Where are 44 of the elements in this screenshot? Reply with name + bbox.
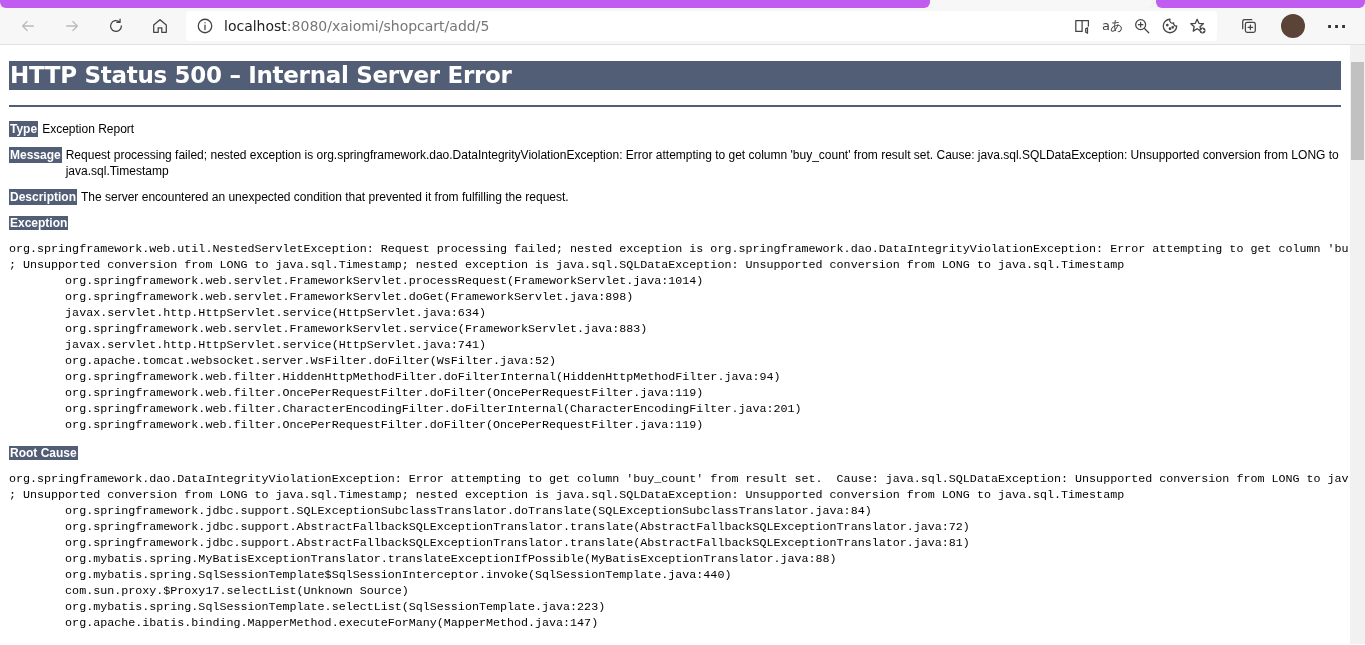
stack-trace-line: org.mybatis.spring.SqlSessionTemplate.selectList(SqlSessionTemplate.java:223) (64, 599, 606, 615)
section-label: Description (9, 189, 77, 205)
stack-trace-line: org.springframework.jdbc.support.AbstractFallbackSQLExceptionTranslator.translate(AbstractFallbackSQLExceptionTranslator.java:81) (64, 535, 970, 551)
section-text: Request processing failed; nested exception is org.springframework.dao.DataIntegrityViolationException: Error attempting to get column 'buy_count' from result set. Cause: java.sql.SQLDataException: Unsupported conversion from LONG to java.sql.Timestamp (65, 147, 1340, 179)
more-menu-button[interactable]: ··· (1326, 16, 1348, 36)
stack-trace-line: org.mybatis.spring.SqlSessionTemplate$SqlSessionInterceptor.invoke(SqlSessionTemplate.java:440) (64, 567, 732, 583)
read-aloud-icon[interactable]: aあ (1102, 17, 1123, 35)
stack-trace-line: org.springframework.web.filter.OncePerRequestFilter.doFilter(OncePerRequestFilter.java:119) (64, 385, 704, 401)
stack-trace-line: org.springframework.web.filter.HiddenHttpMethodFilter.doFilterInternal(HiddenHttpMethodFilter.java:94) (64, 369, 781, 385)
section-text: Exception Report (42, 121, 135, 137)
section-label: Type (9, 121, 39, 137)
home-icon[interactable] (151, 17, 169, 35)
info-icon (196, 17, 214, 35)
scrollbar-thumb[interactable] (1351, 62, 1364, 160)
stack-trace-line: ; Unsupported conversion from LONG to java.sql.Timestamp; nested exception is java.sql.SQLDataException: Unsupported conversion from LONG to java.sql.Timestamp (9, 257, 1125, 273)
stack-trace-line: org.springframework.web.servlet.FrameworkServlet.processRequest(FrameworkServlet.java:1014) (64, 273, 704, 289)
stack-trace-line: org.springframework.web.filter.OncePerRequestFilter.doFilter(OncePerRequestFilter.java:119) (64, 417, 704, 433)
profile-avatar[interactable] (1281, 14, 1305, 38)
collections-icon[interactable] (1240, 17, 1258, 35)
stack-trace-line: javax.servlet.http.HttpServlet.service(HttpServlet.java:634) (64, 305, 486, 321)
stack-trace-line: javax.servlet.http.HttpServlet.service(HttpServlet.java:741) (64, 337, 486, 353)
scrollbar[interactable] (1350, 45, 1365, 644)
stack-trace-line: org.apache.tomcat.websocket.server.WsFilter.doFilter(WsFilter.java:52) (64, 353, 557, 369)
section-label: Exception (9, 216, 69, 230)
stack-trace-line: org.springframework.dao.DataIntegrityViolationException: Error attempting to get column 'buy_count' from result set. Cause: java.sql.SQLDataException: Unsupported conversion from LONG to jav (9, 471, 1349, 487)
zoom-icon[interactable] (1133, 17, 1151, 35)
stack-trace-line: org.springframework.jdbc.support.SQLExceptionSubclassTranslator.doTranslate(SQLExceptionSubclassTranslator.java:84) (64, 503, 872, 519)
cookie-icon[interactable] (1161, 17, 1179, 35)
stack-trace-line: org.springframework.web.filter.CharacterEncodingFilter.doFilterInternal(CharacterEncodingFilter.java:201) (64, 401, 802, 417)
stack-trace-line: org.springframework.jdbc.support.AbstractFallbackSQLExceptionTranslator.translate(AbstractFallbackSQLExceptionTranslator.java:72) (64, 519, 970, 535)
stack-trace-line: ; Unsupported conversion from LONG to java.sql.Timestamp; nested exception is java.sql.SQLDataException: Unsupported conversion from LONG to java.sql.Timestamp (9, 487, 1125, 503)
stack-trace-line: org.mybatis.spring.MyBatisExceptionTranslator.translateExceptionIfPossible(MyBatisExceptionTranslator.java:88) (64, 551, 837, 567)
section-label: Root Cause (9, 446, 78, 460)
stack-trace-line: org.springframework.web.util.NestedServletException: Request processing failed; nested exception is org.springframework.dao.DataIntegrityViolationException: Error attempting to get column 'bu (9, 241, 1349, 257)
section-label: Message (9, 147, 62, 163)
stack-trace-line: org.apache.ibatis.binding.MapperMethod.executeForMany(MapperMethod.java:147) (64, 615, 599, 631)
section-text: The server encountered an unexpected condition that prevented it from fulfilling the request. (81, 189, 569, 205)
page-heading: HTTP Status 500 – Internal Server Error (9, 61, 1341, 90)
stack-trace-line: org.springframework.web.servlet.FrameworkServlet.doGet(FrameworkServlet.java:898) (64, 289, 634, 305)
refresh-icon[interactable] (107, 17, 125, 35)
stack-trace-line: org.springframework.web.servlet.FrameworkServlet.service(FrameworkServlet.java:883) (64, 321, 648, 337)
favorite-star-icon[interactable] (1189, 17, 1207, 35)
address-bar[interactable]: localhost:8080/xaiomi/shopcart/add/5 aあ (186, 11, 1217, 41)
stack-trace-line: com.sun.proxy.$Proxy17.selectList(Unknown Source) (64, 583, 409, 599)
